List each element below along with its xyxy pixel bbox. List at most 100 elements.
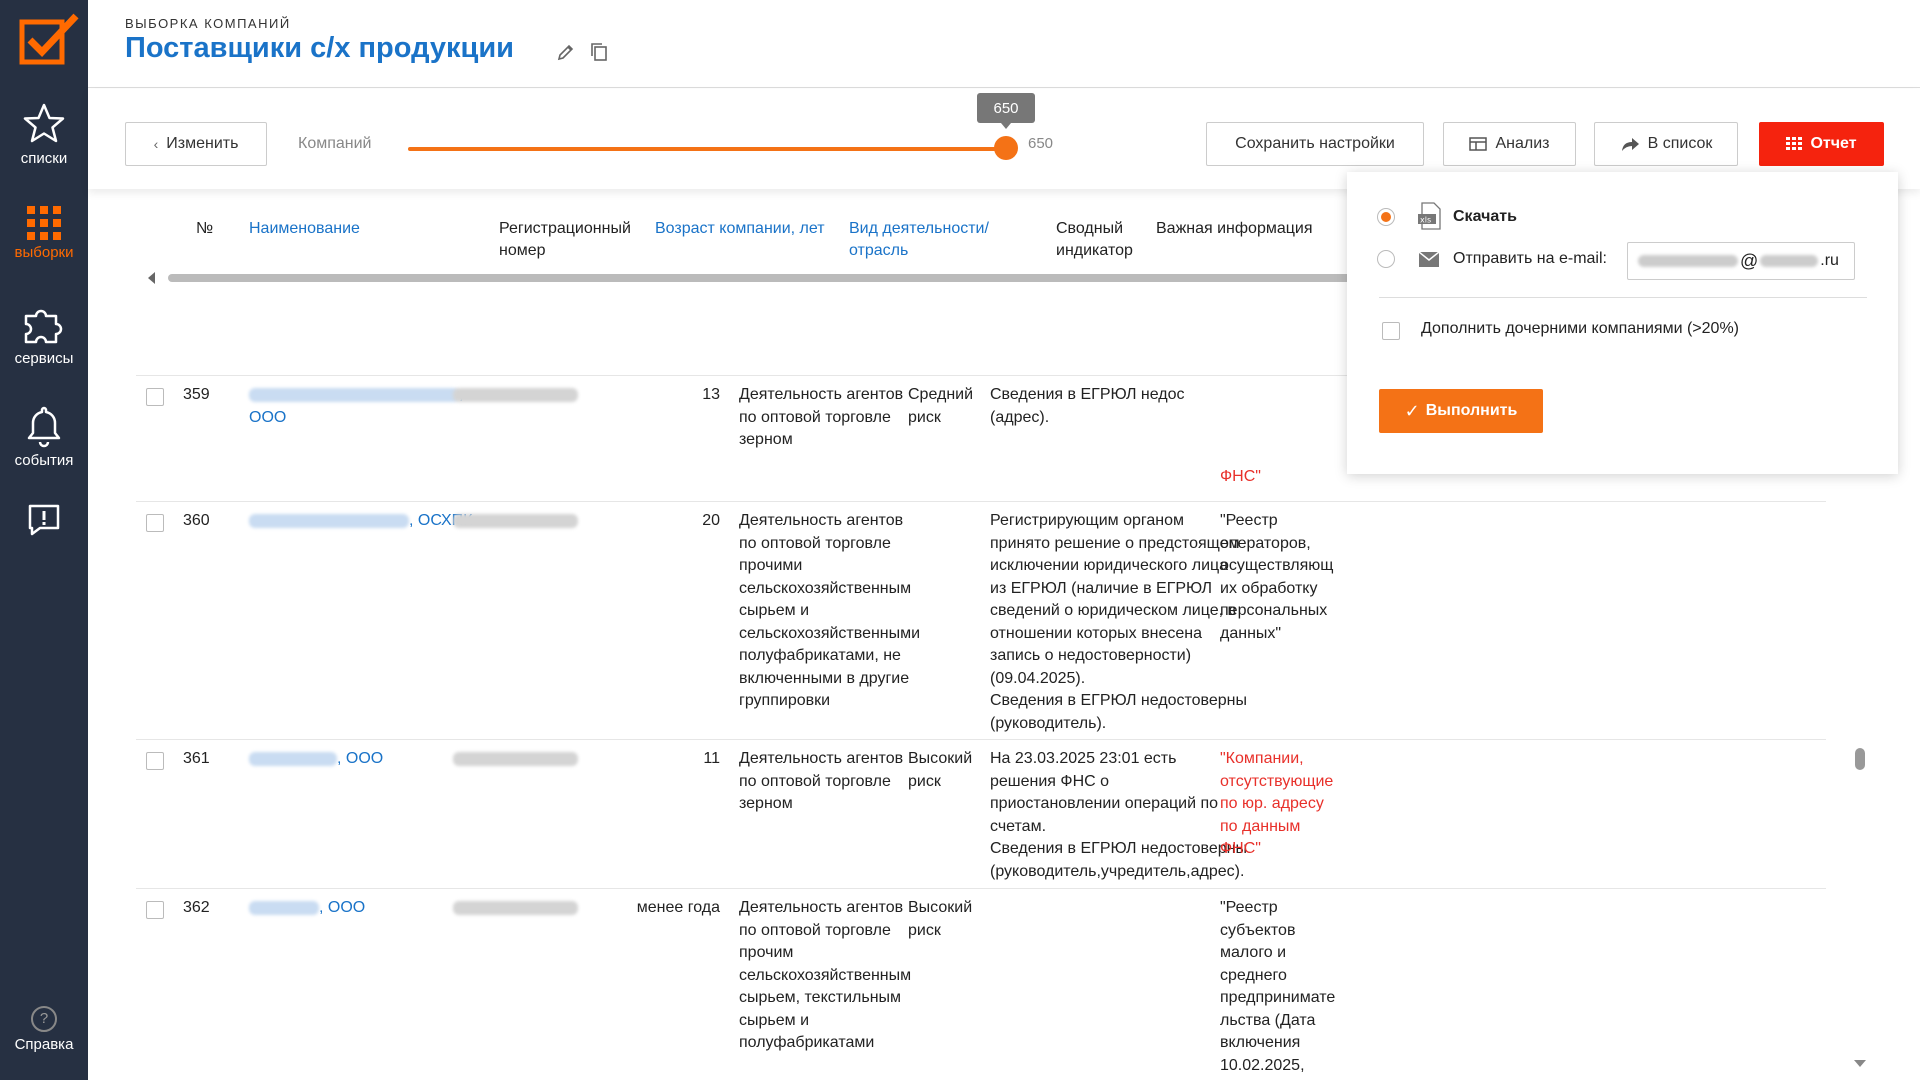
activity-line: включенными в другие [739,669,910,687]
row-number: 360 [183,512,210,529]
sidebar-item-feedback[interactable] [0,502,88,542]
sidebar-item-help[interactable]: ? Справка [0,1006,88,1053]
risk-line: 10.02.2025, [1220,1056,1305,1074]
risk-line: отсутствующие [1220,772,1334,790]
redacted-email-domain [1760,255,1819,267]
risk-line: данных" [1220,624,1282,642]
indicator-line: Высокий [908,899,973,916]
execute-button[interactable]: ✓ Выполнить [1379,389,1543,433]
report-button[interactable]: Отчет [1759,122,1884,166]
companies-slider-track[interactable] [408,147,1008,151]
row-checkbox[interactable] [146,752,164,770]
summary-indicator: Высокий риск [908,748,998,793]
info-line: запись о недостоверности) [990,647,1192,664]
row-number: 359 [183,386,210,403]
sidebar-item-lists[interactable]: списки [0,102,88,167]
redacted-name [249,900,319,915]
email-radio[interactable] [1377,250,1395,268]
risk-line: "Реестр [1220,512,1278,529]
row-number: 362 [183,899,210,916]
edit-button[interactable]: ‹ Изменить [125,122,267,166]
star-icon [23,103,65,143]
row-checkbox[interactable] [146,388,164,406]
col-header-age[interactable]: Возраст компании, лет [655,218,825,240]
company-name-link[interactable]: , ООО [249,748,479,771]
risk-line: ФНС" [1220,840,1261,857]
logo-icon[interactable] [18,12,82,68]
info-line: Сведения в ЕГРЮЛ недос [990,386,1185,403]
slider-max-value: 650 [1028,135,1054,152]
risk-line: малого и [1220,944,1287,961]
risk-line: включения [1220,1034,1301,1051]
sidebar-item-selections[interactable]: выборки [0,206,88,261]
scroll-down-arrow-icon[interactable] [1854,1060,1866,1067]
sidebar: списки выборки сервисы события ? Справка [0,0,88,1080]
risk-line: предпринимате [1220,989,1336,1006]
redacted-email-user [1638,255,1738,267]
sidebar-item-label: Справка [14,1036,74,1053]
indicator-line: риск [908,772,941,790]
analysis-button[interactable]: Анализ [1443,122,1576,166]
summary-indicator: Средний риск [908,384,998,429]
row-checkbox[interactable] [146,514,164,532]
slider-label: Компаний [298,135,372,152]
redacted-name [249,513,409,528]
scroll-left-arrow-icon[interactable] [148,272,155,284]
subsidiaries-checkbox[interactable] [1382,322,1400,340]
activity-line: сырьем, текстильным [739,989,902,1006]
col-header-activity-line: отрасль [849,242,909,259]
row-checkbox[interactable] [146,901,164,919]
download-radio[interactable] [1377,208,1395,226]
pencil-icon[interactable] [556,42,576,62]
col-header-name[interactable]: Наименование [249,218,360,240]
copy-icon[interactable] [590,42,608,62]
company-name-link[interactable]: , ООО [249,897,479,920]
vertical-scrollbar-thumb[interactable] [1855,748,1865,770]
save-settings-label: Сохранить настройки [1235,135,1395,152]
sidebar-item-label: сервисы [14,350,74,367]
horizontal-scrollbar[interactable] [168,274,1428,282]
activity-line: зерном [739,795,793,812]
puzzle-icon [24,309,63,344]
activity-line: сырьем и [739,1011,810,1029]
info-line: (адрес). [990,408,1050,426]
company-age: 20 [702,512,720,529]
activity-line: группировки [739,692,831,709]
company-name-link[interactable]: , ООО [249,384,479,429]
col-header-reg-line: номер [499,242,546,259]
chevron-left-icon: ‹ [153,136,159,152]
col-header-activity-line: Вид деятельности/ [849,220,989,237]
email-label: Отправить на e-mail: [1453,250,1607,267]
download-label: Скачать [1453,208,1517,225]
redacted-name [249,751,337,766]
activity-line: прочим [739,944,794,961]
sidebar-item-events[interactable]: события [0,404,88,469]
feedback-icon [28,504,60,536]
risk-line: осуществляющ [1220,557,1334,574]
to-list-label: В список [1647,135,1713,152]
activity-line: сырьем и [739,602,810,619]
col-header-activity[interactable]: Вид деятельности/ отрасль [849,218,989,262]
company-age: менее года [636,899,720,916]
email-input[interactable]: @ .ru [1627,242,1855,280]
indicator-line: Высокий [908,750,973,767]
sidebar-item-label: события [14,452,74,469]
risk-registry: ФНС" [1220,466,1360,489]
risk-registry: "Реестр операторов, осуществляющ их обра… [1220,510,1360,645]
page-header: ВЫБОРКА КОМПАНИЙ Поставщики с/х продукци… [88,0,1920,88]
edit-button-label: Изменить [166,135,239,152]
save-settings-button[interactable]: Сохранить настройки [1206,122,1424,166]
info-line: (руководитель,учредитель,адрес). [990,862,1245,880]
activity-line: прочими [739,557,803,574]
sidebar-item-services[interactable]: сервисы [0,304,88,367]
to-list-button[interactable]: В список [1594,122,1738,166]
table-row: 360 , ОСХПК 20 Деятельность агентов по о… [136,501,1826,741]
dropdown-divider [1379,297,1867,298]
risk-line: операторов, [1220,534,1311,552]
sidebar-item-label: выборки [14,244,74,261]
summary-indicator: Высокий риск [908,897,998,942]
company-name-link[interactable]: , ОСХПК [249,510,479,533]
risk-line: по данным [1220,817,1301,835]
table-row: 362 , ООО менее года Деятельность агенто… [136,888,1826,1080]
companies-slider-handle[interactable] [994,136,1018,160]
